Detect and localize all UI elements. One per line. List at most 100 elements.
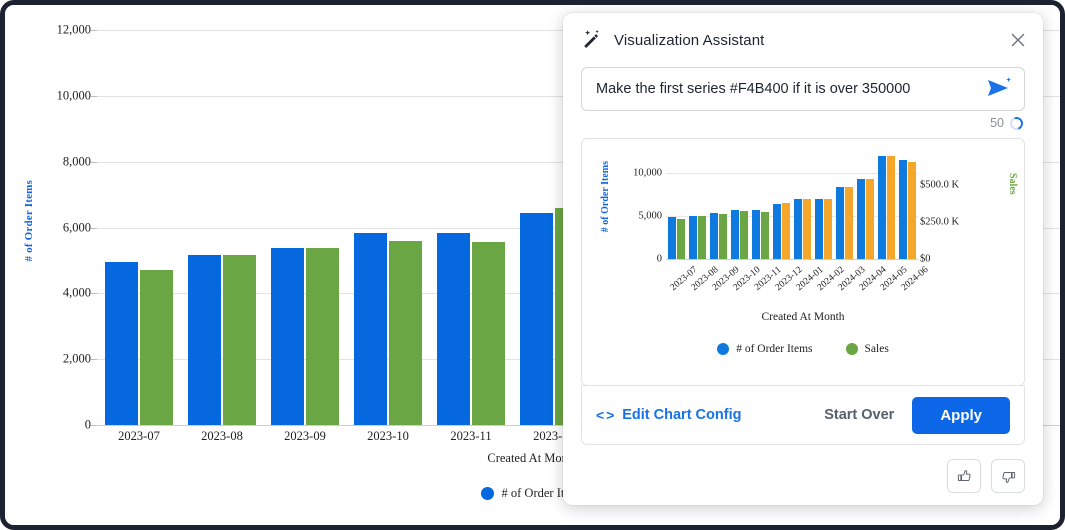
preview-y-axis-label: # of Order Items — [600, 161, 611, 232]
main-chart-bar[interactable] — [354, 233, 387, 425]
main-chart-y-tick: 8,000 — [31, 154, 91, 169]
preview-bar-order-items[interactable] — [836, 187, 845, 259]
main-chart-bar-group — [354, 30, 422, 425]
preview-y2-tick: $500.0 K — [920, 179, 959, 190]
preview-bar-group — [668, 151, 686, 259]
preview-y-tick: 5,000 — [614, 210, 662, 221]
preview-axis-line — [666, 259, 918, 260]
main-chart-bar-group — [437, 30, 505, 425]
preview-bar-order-items[interactable] — [878, 156, 887, 259]
thumbs-up-button[interactable] — [947, 459, 981, 493]
preview-bar-sales[interactable] — [677, 219, 686, 259]
main-chart-x-tick: 2023-08 — [201, 429, 243, 444]
preview-bar-order-items[interactable] — [773, 204, 782, 259]
preview-bar-sales[interactable] — [803, 199, 812, 259]
preview-legend-item-order-items: # of Order Items — [717, 343, 812, 355]
edit-chart-config-label: Edit Chart Config — [622, 407, 741, 423]
main-chart-y-tick: 10,000 — [31, 88, 91, 103]
preview-bar-group — [899, 151, 917, 259]
main-chart-bar[interactable] — [520, 213, 553, 425]
main-chart-bar[interactable] — [188, 255, 221, 426]
preview-bar-order-items[interactable] — [794, 199, 803, 259]
preview-y2-tick: $0 — [920, 254, 931, 265]
preview-bar-group — [836, 151, 854, 259]
main-chart-x-tick: 2023-11 — [450, 429, 491, 444]
legend-label-sales: Sales — [865, 343, 889, 355]
main-chart-y-tick: 0 — [31, 418, 91, 433]
main-chart-bar[interactable] — [472, 242, 505, 425]
preview-bar-sales[interactable] — [845, 187, 854, 259]
preview-bar-group — [794, 151, 812, 259]
preview-y2-tick: $250.0 K — [920, 216, 959, 227]
code-brackets-icon: < > — [596, 407, 613, 423]
prompt-input[interactable] — [582, 68, 984, 110]
preview-bar-group — [857, 151, 875, 259]
assistant-title: Visualization Assistant — [614, 32, 764, 49]
close-icon[interactable] — [1008, 30, 1028, 50]
preview-bar-sales[interactable] — [719, 214, 728, 259]
legend-label-order-items: # of Order Items — [736, 343, 812, 355]
loading-spinner-icon — [1008, 114, 1025, 131]
chart-preview: # of Order Items Sales 05,00010,000 $0$2… — [581, 138, 1025, 386]
main-chart-y-tick: 4,000 — [31, 286, 91, 301]
preview-bar-sales[interactable] — [824, 199, 833, 259]
send-icon[interactable] — [984, 76, 1014, 102]
main-chart-bar[interactable] — [306, 248, 339, 425]
apply-button[interactable]: Apply — [912, 397, 1010, 434]
preview-bar-sales[interactable] — [908, 162, 917, 259]
preview-bar-order-items[interactable] — [857, 179, 866, 259]
main-chart-y-tick: 6,000 — [31, 220, 91, 235]
main-chart-bar-group — [271, 30, 339, 425]
preview-bar-order-items[interactable] — [752, 210, 761, 259]
start-over-button[interactable]: Start Over — [824, 407, 894, 423]
preview-bar-order-items[interactable] — [668, 217, 677, 259]
magic-wand-icon — [581, 29, 603, 51]
feedback-controls — [947, 459, 1025, 493]
preview-y2-axis-label: Sales — [1007, 173, 1018, 195]
thumbs-down-icon — [1000, 468, 1017, 485]
visualization-assistant-panel: Visualization Assistant 50 # of Order It… — [563, 13, 1043, 505]
main-chart-x-tick: 2023-07 — [118, 429, 160, 444]
preview-y-tick: 10,000 — [614, 167, 662, 178]
main-chart-bar[interactable] — [271, 248, 304, 425]
preview-x-axis-label: Created At Month — [582, 311, 1024, 323]
main-chart-y-tick: 12,000 — [31, 23, 91, 38]
preview-bar-sales[interactable] — [887, 156, 896, 259]
app-frame: # of Order Items 0 2,000 4,000 6,000 8,000 10… — [0, 0, 1065, 530]
prompt-input-container[interactable] — [581, 67, 1025, 111]
main-chart-bar-group — [188, 30, 256, 425]
preview-bar-group — [815, 151, 833, 259]
preview-bar-group — [689, 151, 707, 259]
preview-bar-sales[interactable] — [866, 179, 875, 259]
preview-bar-sales[interactable] — [782, 203, 791, 259]
preview-bar-sales[interactable] — [761, 212, 770, 259]
main-chart-bar[interactable] — [105, 262, 138, 425]
character-count-value: 50 — [990, 116, 1004, 130]
preview-bar-order-items[interactable] — [815, 199, 824, 259]
preview-legend-item-sales: Sales — [846, 343, 889, 355]
preview-legend: # of Order Items Sales — [582, 343, 1024, 355]
preview-bar-order-items[interactable] — [689, 216, 698, 259]
preview-bar-group — [878, 151, 896, 259]
preview-bar-sales[interactable] — [698, 216, 707, 259]
edit-chart-config-button[interactable]: < > Edit Chart Config — [596, 407, 741, 423]
main-chart-bar-group — [105, 30, 173, 425]
main-chart-bar[interactable] — [437, 233, 470, 425]
main-chart-y-tick: 2,000 — [31, 352, 91, 367]
main-chart-bar[interactable] — [389, 241, 422, 425]
main-chart-bar[interactable] — [140, 270, 173, 425]
preview-bar-order-items[interactable] — [731, 210, 740, 259]
thumbs-up-icon — [956, 468, 973, 485]
preview-bar-order-items[interactable] — [899, 160, 908, 259]
main-chart-bar[interactable] — [223, 255, 256, 426]
thumbs-down-button[interactable] — [991, 459, 1025, 493]
main-chart-x-tick: 2023-10 — [367, 429, 409, 444]
preview-bar-group — [710, 151, 728, 259]
preview-bar-group — [731, 151, 749, 259]
character-counter: 50 — [563, 116, 1023, 130]
preview-bar-sales[interactable] — [740, 211, 749, 259]
preview-bar-order-items[interactable] — [710, 213, 719, 259]
main-chart-x-tick: 2023-09 — [284, 429, 326, 444]
preview-bar-group — [773, 151, 791, 259]
legend-swatch-order-items — [481, 487, 494, 500]
